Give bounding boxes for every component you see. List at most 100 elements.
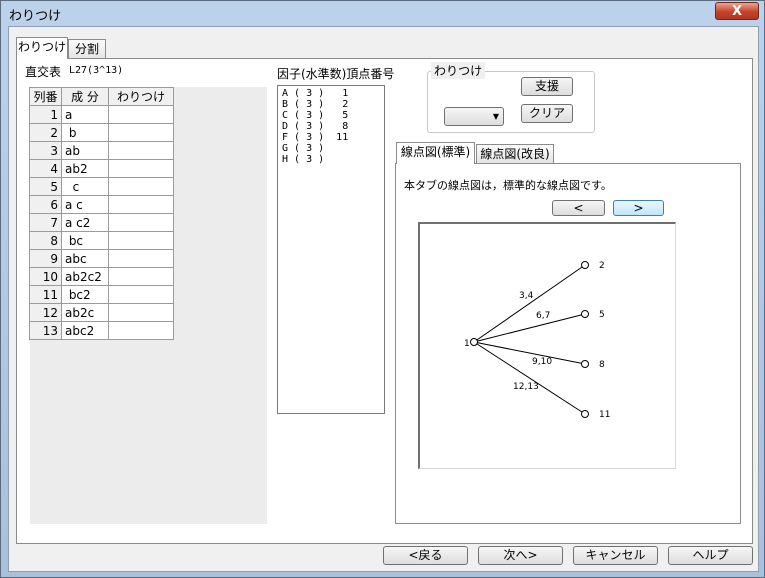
graph-center-label: 1 [464, 339, 470, 349]
next-graph-button[interactable]: > [613, 200, 664, 216]
row-component: ab2 [61, 159, 109, 178]
row-component: bc [61, 231, 109, 250]
prev-graph-button[interactable]: < [552, 200, 605, 216]
table-row[interactable]: 6a c [29, 195, 174, 214]
window-title: わりつけ [9, 9, 62, 24]
orthogonal-table-label: 直交表 [25, 65, 62, 79]
graph-edge-label: 3,4 [519, 291, 534, 301]
cancel-button[interactable]: キャンセル [573, 546, 658, 565]
row-number: 1 [29, 105, 62, 124]
clear-button[interactable]: クリア [521, 104, 573, 123]
column-header-component: 成 分 [61, 87, 109, 106]
table-row[interactable]: 2 b [29, 123, 174, 142]
graph-node [581, 360, 589, 368]
factor-list-label: 因子(水準数)頂点番号 [277, 67, 395, 81]
list-item[interactable]: H ( 3 ) [282, 154, 380, 165]
row-allocation-cell[interactable] [108, 231, 174, 250]
row-number: 2 [29, 123, 62, 142]
tab-linear-graph-improved[interactable]: 線点図(改良) [476, 144, 554, 164]
row-component: ab [61, 141, 109, 160]
graph-edge-label: 12,13 [513, 382, 539, 392]
column-header-number: 列番 [29, 87, 62, 106]
factor-list[interactable]: A ( 3 ) 1B ( 3 ) 2C ( 3 ) 5D ( 3 ) 8F ( … [277, 85, 385, 414]
linear-graph-svg: 3,46,7 9,10 12,13 2 5 8 11 1 [464, 261, 610, 420]
row-allocation-cell[interactable] [108, 159, 174, 178]
row-number: 11 [29, 285, 62, 304]
table-row[interactable]: 12 ab2c [29, 303, 174, 322]
graph-node-label: 8 [599, 360, 605, 370]
graph-edge-label: 9,10 [532, 357, 552, 367]
row-number: 5 [29, 177, 62, 196]
tab-allocation[interactable]: わりつけ [16, 37, 68, 59]
support-button[interactable]: 支援 [521, 77, 573, 96]
help-button[interactable]: ヘルプ [668, 546, 753, 565]
row-number: 9 [29, 249, 62, 268]
linear-graph-canvas: 3,4 6,7 9,10 12,13 2 5 8 11 1 [418, 222, 676, 469]
row-number: 4 [29, 159, 62, 178]
graph-edge [473, 313, 586, 343]
list-item[interactable]: B ( 3 ) 2 [282, 99, 380, 110]
graph-description: 本タブの線点図は，標準的な線点図です。 [404, 179, 612, 192]
row-component: a [61, 105, 109, 124]
row-allocation-cell[interactable] [108, 321, 174, 340]
row-number: 8 [29, 231, 62, 250]
table-row[interactable]: 7a c2 [29, 213, 174, 232]
graph-edge-label: 6,7 [536, 311, 550, 321]
row-allocation-cell[interactable] [108, 105, 174, 124]
row-allocation-cell[interactable] [108, 249, 174, 268]
table-row[interactable]: 1a [29, 105, 174, 124]
tab-split[interactable]: 分割 [68, 39, 106, 59]
row-allocation-cell[interactable] [108, 141, 174, 160]
table-row[interactable]: 3 ab [29, 141, 174, 160]
list-item[interactable]: F ( 3 ) 11 [282, 132, 380, 143]
table-row[interactable]: 5 c [29, 177, 174, 196]
factor-dropdown[interactable]: ▼ [444, 107, 504, 126]
table-row[interactable]: 4 ab2 [29, 159, 174, 178]
dialog-window: わりつけ X わりつけ 分割 直交表 L27(3^13) 因子(水準数)頂点番号… [0, 0, 765, 578]
list-item[interactable]: G ( 3 ) [282, 143, 380, 154]
list-item[interactable]: A ( 3 ) 1 [282, 88, 380, 99]
row-allocation-cell[interactable] [108, 177, 174, 196]
row-number: 12 [29, 303, 62, 322]
table-row[interactable]: 10 ab2c2 [29, 267, 174, 286]
row-component: c [61, 177, 109, 196]
table-row[interactable]: 9 abc [29, 249, 174, 268]
row-component: ab2c [61, 303, 109, 322]
row-allocation-cell[interactable] [108, 213, 174, 232]
row-allocation-cell[interactable] [108, 285, 174, 304]
graph-node-label: 11 [599, 410, 610, 420]
row-component: bc2 [61, 285, 109, 304]
table-row[interactable]: 11 bc2 [29, 285, 174, 304]
row-allocation-cell[interactable] [108, 267, 174, 286]
row-number: 7 [29, 213, 62, 232]
row-allocation-cell[interactable] [108, 123, 174, 142]
row-component: a c2 [61, 213, 109, 232]
column-table[interactable]: 列番 成 分 わりつけ 1a2 b 3 ab 4 ab2 5 c6a c7a c2 8 bc… [29, 87, 174, 340]
next-button[interactable]: 次へ> [478, 546, 563, 565]
row-number: 13 [29, 321, 62, 340]
row-number: 10 [29, 267, 62, 286]
graph-node [581, 310, 589, 318]
list-item[interactable]: D ( 3 ) 8 [282, 121, 380, 132]
row-allocation-cell[interactable] [108, 303, 174, 322]
graph-node-label: 5 [599, 310, 605, 320]
list-item[interactable]: C ( 3 ) 5 [282, 110, 380, 121]
table-row[interactable]: 13 abc2 [29, 321, 174, 340]
row-number: 6 [29, 195, 62, 214]
chevron-down-icon: ▼ [492, 112, 499, 121]
close-button[interactable]: X [715, 2, 759, 20]
row-allocation-cell[interactable] [108, 195, 174, 214]
row-component: ab2c2 [61, 267, 109, 286]
graph-node [581, 410, 589, 418]
tab-linear-graph-standard[interactable]: 線点図(標準) [396, 142, 475, 164]
graph-node-label: 2 [599, 261, 605, 271]
orthogonal-table-value: L27(3^13) [69, 65, 124, 76]
graph-edge [473, 264, 586, 343]
row-component: abc [61, 249, 109, 268]
back-button[interactable]: <戻る [383, 546, 468, 565]
row-component: b [61, 123, 109, 142]
graph-node [581, 261, 589, 269]
row-component: abc2 [61, 321, 109, 340]
column-header-allocation: わりつけ [108, 87, 174, 106]
table-row[interactable]: 8 bc [29, 231, 174, 250]
